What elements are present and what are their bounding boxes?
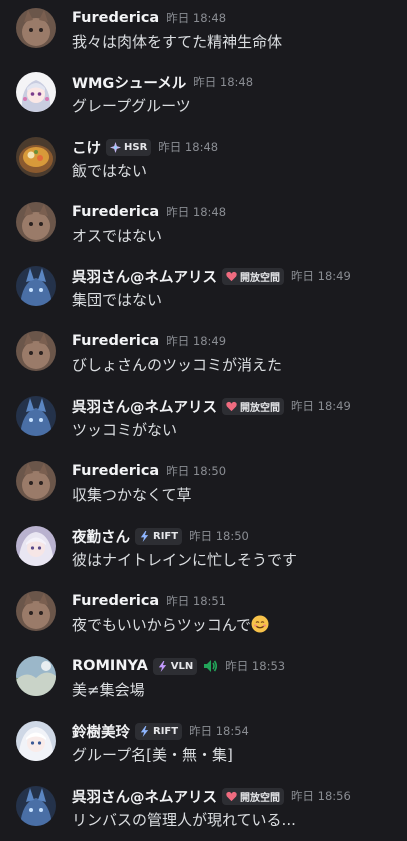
- heart-icon: [226, 271, 237, 281]
- username[interactable]: ROMINYA: [72, 658, 148, 674]
- cat-avatar[interactable]: [16, 461, 56, 501]
- message-text: グループ名[美・無・集]: [72, 746, 233, 764]
- username[interactable]: 鈴樹美玲: [72, 721, 130, 742]
- message-text: 集団ではない: [72, 291, 163, 309]
- chat-message: こけ HSR 昨日 18:48 飯ではない: [0, 129, 407, 189]
- chat-message: ROMINYA VLN 昨日 18:53 美≠集会場: [0, 648, 407, 708]
- timestamp: 昨日 18:48: [158, 140, 219, 154]
- chat-message: 夜勤さん RIFT 昨日 18:50 彼はナイトレインに忙しそうです: [0, 518, 407, 578]
- message-text-content: 夜でもいいからツッコんで: [72, 616, 251, 634]
- timestamp: 昨日 18:50: [189, 529, 249, 543]
- smiling-face-icon: [251, 615, 269, 633]
- cat-avatar[interactable]: [16, 331, 56, 371]
- username[interactable]: Furederica: [72, 204, 159, 220]
- message-text: 彼はナイトレインに忙しそうです: [72, 551, 298, 569]
- message-text: 飯ではない: [72, 162, 148, 180]
- username[interactable]: 呉羽さん@ネムアリス: [72, 786, 217, 807]
- chat-message: 呉羽さん@ネムアリス 開放空間 昨日 18:56 リンバスの管理人が現れている.…: [0, 778, 407, 838]
- message-text: 美≠集会場: [72, 681, 145, 699]
- chat-message-list: Furederica 昨日 18:48 我々は肉体をすてた精神生命体 WMGシュ…: [0, 0, 407, 841]
- message-text: リンバスの管理人が現れている...: [72, 811, 296, 829]
- server-tag-label: 開放空間: [240, 272, 280, 284]
- lightning-icon: [140, 530, 149, 542]
- server-tag-label: RIFT: [153, 530, 179, 542]
- server-tag[interactable]: 開放空間: [222, 787, 284, 805]
- timestamp: 昨日 18:53: [225, 659, 286, 673]
- timestamp: 昨日 18:51: [166, 594, 227, 608]
- heart-icon: [226, 791, 237, 801]
- timestamp: 昨日 18:56: [291, 789, 351, 803]
- server-tag[interactable]: 開放空間: [222, 267, 284, 285]
- chat-message: Furederica 昨日 18:49 びしょさんのツッコミが消えた: [0, 323, 407, 383]
- chat-message: Furederica 昨日 18:51 夜でもいいからツッコんで: [0, 583, 407, 643]
- heart-icon: [226, 401, 237, 411]
- username[interactable]: 呉羽さん@ネムアリス: [72, 396, 217, 417]
- server-tag-label: HSR: [124, 141, 148, 153]
- server-tag-label: 開放空間: [240, 792, 280, 804]
- lightning-icon: [158, 660, 166, 672]
- server-tag-label: VLN: [170, 660, 194, 672]
- chat-message: 鈴樹美玲 RIFT 昨日 18:54 グループ名[美・無・集]: [0, 713, 407, 773]
- white-hair-avatar[interactable]: [16, 526, 56, 566]
- landscape-avatar[interactable]: [16, 656, 56, 696]
- message-text: 我々は肉体をすてた精神生命体: [72, 33, 283, 51]
- blue-creature-avatar[interactable]: [16, 786, 56, 826]
- star-icon: [110, 141, 121, 153]
- blue-creature-avatar[interactable]: [16, 266, 56, 306]
- message-text: グレープグルーツ: [72, 97, 191, 115]
- white-hair-avatar[interactable]: [16, 721, 56, 761]
- username[interactable]: こけ: [72, 137, 101, 158]
- username[interactable]: 呉羽さん@ネムアリス: [72, 266, 217, 287]
- username[interactable]: Furederica: [72, 10, 159, 26]
- chat-message: 呉羽さん@ネムアリス 開放空間 昨日 18:49 集団ではない: [0, 258, 407, 318]
- username[interactable]: Furederica: [72, 593, 159, 609]
- chat-message: 呉羽さん@ネムアリス 開放空間 昨日 18:49 ツッコミがない: [0, 388, 407, 448]
- server-tag[interactable]: RIFT: [135, 527, 183, 545]
- username[interactable]: Furederica: [72, 463, 159, 479]
- speaker-icon[interactable]: [202, 658, 218, 674]
- server-tag-label: RIFT: [153, 725, 179, 737]
- server-tag[interactable]: HSR: [106, 138, 152, 156]
- cat-avatar[interactable]: [16, 8, 56, 48]
- chat-message: WMGシューメル 昨日 18:48 グレープグルーツ: [0, 64, 407, 124]
- timestamp: 昨日 18:48: [166, 11, 227, 25]
- timestamp: 昨日 18:49: [166, 334, 227, 348]
- message-text: 夜でもいいからツッコんで: [72, 614, 269, 635]
- message-text: びしょさんのツッコミが消えた: [72, 356, 283, 374]
- lightning-icon: [140, 725, 149, 737]
- server-tag[interactable]: VLN: [152, 657, 198, 675]
- timestamp: 昨日 18:48: [166, 205, 227, 219]
- server-tag[interactable]: RIFT: [135, 722, 183, 740]
- message-text: ツッコミがない: [72, 421, 178, 439]
- chat-message: Furederica 昨日 18:48 我々は肉体をすてた精神生命体: [0, 0, 407, 60]
- timestamp: 昨日 18:48: [193, 75, 254, 89]
- username[interactable]: 夜勤さん: [72, 526, 130, 547]
- timestamp: 昨日 18:49: [291, 399, 351, 413]
- username[interactable]: Furederica: [72, 333, 159, 349]
- server-tag-label: 開放空間: [240, 402, 280, 414]
- message-text: オスではない: [72, 227, 163, 245]
- cat-avatar[interactable]: [16, 591, 56, 631]
- chat-message: Furederica 昨日 18:50 収集つかなくて草: [0, 453, 407, 513]
- timestamp: 昨日 18:50: [166, 464, 227, 478]
- timestamp: 昨日 18:49: [291, 269, 351, 283]
- username[interactable]: WMGシューメル: [72, 72, 186, 93]
- anime-girl-avatar[interactable]: [16, 72, 56, 112]
- blue-creature-avatar[interactable]: [16, 396, 56, 436]
- server-tag[interactable]: 開放空間: [222, 397, 284, 415]
- timestamp: 昨日 18:54: [189, 724, 249, 738]
- chat-message: Furederica 昨日 18:48 オスではない: [0, 194, 407, 254]
- cat-avatar[interactable]: [16, 202, 56, 242]
- food-bowl-avatar[interactable]: [16, 137, 56, 177]
- message-text: 収集つかなくて草: [72, 486, 192, 504]
